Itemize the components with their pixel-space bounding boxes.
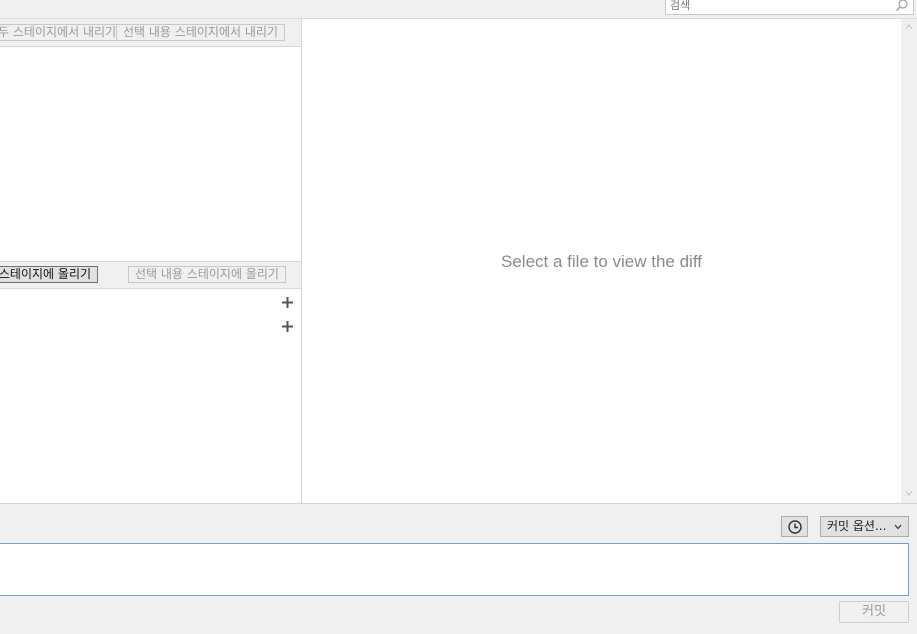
top-toolbar — [0, 0, 917, 19]
unstaged-toolbar: 모두 스테이지에 올리기 선택 내용 스테이지에 올리기 — [0, 261, 301, 289]
search-input[interactable] — [670, 0, 890, 14]
commit-panel: 커밋 옵션... 커밋 — [0, 503, 917, 634]
commit-options-label: 커밋 옵션... — [827, 519, 887, 533]
commit-message-box[interactable] — [0, 543, 909, 596]
unstaged-file-list[interactable] — [0, 290, 301, 503]
commit-options-button[interactable]: 커밋 옵션... — [820, 516, 909, 537]
chevron-down-icon — [894, 524, 902, 530]
commit-button[interactable]: 커밋 — [839, 601, 909, 623]
search-box[interactable] — [665, 0, 914, 15]
stage-all-button[interactable]: 모두 스테이지에 올리기 — [0, 266, 99, 283]
unstage-all-button[interactable]: 모두 스테이지에서 내리기 — [0, 24, 124, 41]
plus-icon[interactable] — [280, 319, 295, 334]
commit-history-button[interactable] — [781, 516, 808, 537]
unstage-selected-button[interactable]: 선택 내용 스테이지에서 내리기 — [116, 24, 285, 41]
staged-file-list[interactable] — [0, 47, 301, 261]
stage-selected-button[interactable]: 선택 내용 스테이지에 올리기 — [128, 266, 286, 283]
staged-toolbar: 모두 스테이지에서 내리기 선택 내용 스테이지에서 내리기 — [0, 19, 301, 47]
commit-message-input[interactable] — [0, 544, 908, 595]
plus-icon[interactable] — [280, 295, 295, 310]
file-status-pane: 모두 스테이지에서 내리기 선택 내용 스테이지에서 내리기 모두 스테이지에 … — [0, 19, 302, 503]
search-icon[interactable] — [895, 0, 909, 12]
clock-icon — [788, 520, 802, 534]
diff-view: Select a file to view the diff — [302, 19, 901, 503]
diff-placeholder-text: Select a file to view the diff — [501, 252, 702, 271]
scroll-up-icon[interactable] — [905, 23, 913, 31]
diff-scrollbar[interactable] — [901, 19, 917, 503]
scroll-down-icon[interactable] — [905, 489, 913, 497]
